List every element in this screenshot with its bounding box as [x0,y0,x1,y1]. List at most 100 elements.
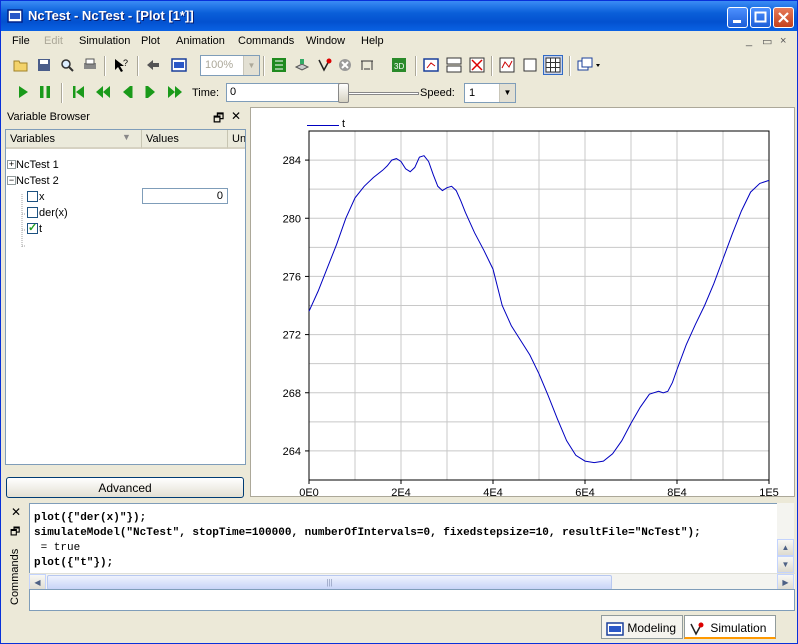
command-input[interactable] [29,589,795,611]
status-bar: Modeling Simulation [1,613,797,643]
tab-simulation[interactable]: Simulation [684,615,776,639]
vertical-scrollbar[interactable]: ▲ ▼ [777,503,794,573]
zoom-value: 100% [205,59,234,71]
column-header-values[interactable]: Values [142,130,228,149]
variable-row-x[interactable]: x 0 [6,188,245,205]
load-result-icon[interactable] [292,55,312,75]
toolbar-separator [415,56,417,76]
simulation-setup-icon[interactable] [269,55,289,75]
close-button[interactable] [773,7,794,28]
mdi-restore-button[interactable]: ▭ [762,35,772,48]
menu-plot[interactable]: Plot [141,35,160,47]
fast-reverse-icon[interactable] [93,82,113,102]
variable-label: der(x) [39,207,68,219]
plot-canvas[interactable]: 0E0 2E4 4E4 6E4 8E4 1E5 264 268 272 276 280 284 [251,108,796,498]
advanced-button[interactable]: Advanced [6,477,244,498]
back-arrow-icon[interactable] [143,55,163,75]
menu-edit[interactable]: Edit [44,35,63,47]
plot-frame-icon[interactable] [520,55,540,75]
y-tick-label: 284 [283,155,301,167]
save-icon[interactable] [34,55,54,75]
menu-animation[interactable]: Animation [176,35,225,47]
plot-setup-icon[interactable] [576,55,604,75]
y-tick-label: 276 [283,271,301,283]
step-forward-icon[interactable] [141,82,161,102]
speed-label: Speed: [420,87,455,99]
menu-simulation[interactable]: Simulation [79,35,130,47]
rewind-to-start-icon[interactable] [69,82,89,102]
scroll-thumb[interactable]: ||| [47,575,612,590]
variable-row-der-x[interactable]: der(x) [6,205,245,221]
mdi-close-button[interactable]: × [780,35,786,47]
command-log[interactable]: ... plot({"der(x)"}); simulateModel("NcT… [29,503,777,573]
scroll-down-icon[interactable]: ▼ [777,556,794,573]
menu-bar: File Edit Simulation Plot Animation Comm… [1,32,797,52]
plot-checkbox[interactable] [27,191,38,202]
tab-modeling[interactable]: Modeling [601,615,683,639]
variable-browser-header: Variable Browser 🗗 ✕ [5,107,246,127]
variable-row-t[interactable]: t [6,221,245,237]
value-field[interactable]: 0 [142,188,228,204]
variable-tree: Variables ▼ Values Un + NcTest 1 − NcTes… [5,129,246,465]
toolbar-separator [491,56,493,76]
tab-label: Simulation [710,621,767,635]
pause-icon[interactable] [35,82,55,102]
menu-window[interactable]: Window [306,35,345,47]
maximize-button[interactable] [750,7,771,28]
help-pointer-icon[interactable]: ? [111,55,131,75]
minimize-button[interactable] [727,7,748,28]
mdi-minimize-button[interactable]: _ [746,35,752,47]
menu-file[interactable]: File [12,35,30,47]
time-slider-thumb[interactable] [338,83,349,103]
horizontal-scrollbar[interactable]: ◀ ||| ▶ [29,573,795,591]
plot-variable-icon[interactable] [315,55,335,75]
tree-node-nctest-1[interactable]: + NcTest 1 [6,157,245,173]
chevron-down-icon: ▼ [499,84,515,102]
scroll-up-icon[interactable]: ▲ [777,539,794,556]
close-panel-icon[interactable]: ✕ [11,505,21,519]
3d-view-icon[interactable]: 3D [389,55,409,75]
time-input[interactable]: 0 [226,83,346,102]
simulation-toolbar: Time: 0 Speed: 1 ▼ [7,80,527,106]
menu-help[interactable]: Help [361,35,384,47]
search-icon[interactable] [57,55,77,75]
new-plot-window-icon[interactable] [421,55,441,75]
menu-commands[interactable]: Commands [238,35,294,47]
zoom-select[interactable]: 100% ▼ [200,55,260,76]
grid-toggle-icon[interactable] [543,55,563,75]
toolbar-separator [104,56,106,76]
fast-forward-icon[interactable] [165,82,185,102]
time-slider-track[interactable] [344,92,419,95]
toolbar-separator [137,56,139,76]
step-reverse-icon[interactable] [117,82,137,102]
open-icon[interactable] [11,55,31,75]
time-bracket-icon[interactable] [357,55,377,75]
print-icon[interactable] [80,55,100,75]
plot-checkbox-checked[interactable] [27,221,38,234]
title-bar[interactable]: NcTest - NcTest - [Plot [1*]] [1,1,797,31]
rescale-icon[interactable] [497,55,517,75]
float-panel-icon[interactable]: 🗗 [10,523,20,542]
commands-sidebar: ✕ 🗗 Commands [5,501,27,611]
plot-window[interactable]: t 0E0 2E4 4E4 6E4 8E4 1E5 264 268 272 276 280 284 [250,107,796,498]
toolbar-separator [61,83,63,103]
speed-select[interactable]: 1 ▼ [464,83,516,103]
close-panel-icon[interactable]: ✕ [231,109,241,123]
commands-side-label: Commands [9,548,21,605]
time-value: 0 [230,86,237,98]
erase-curves-icon[interactable] [467,55,487,75]
toolbar-separator [263,56,265,76]
stop-icon[interactable] [335,55,355,75]
window-layout-icon[interactable] [169,55,189,75]
horizontal-scrollbar[interactable]: ◀ ||| ▶ [6,464,245,465]
play-icon[interactable] [13,82,33,102]
log-line: plot({"t"}); [34,557,114,569]
window-title: NcTest - NcTest - [Plot [1*]] [28,8,194,23]
float-panel-icon[interactable]: 🗗 [213,109,224,130]
plot-checkbox[interactable] [27,207,38,218]
new-diagram-icon[interactable] [444,55,464,75]
tree-node-nctest-2[interactable]: − NcTest 2 [6,173,245,189]
column-label: Un [232,133,246,145]
svg-text:?: ? [123,58,128,68]
column-header-unit[interactable]: Un [228,130,246,149]
